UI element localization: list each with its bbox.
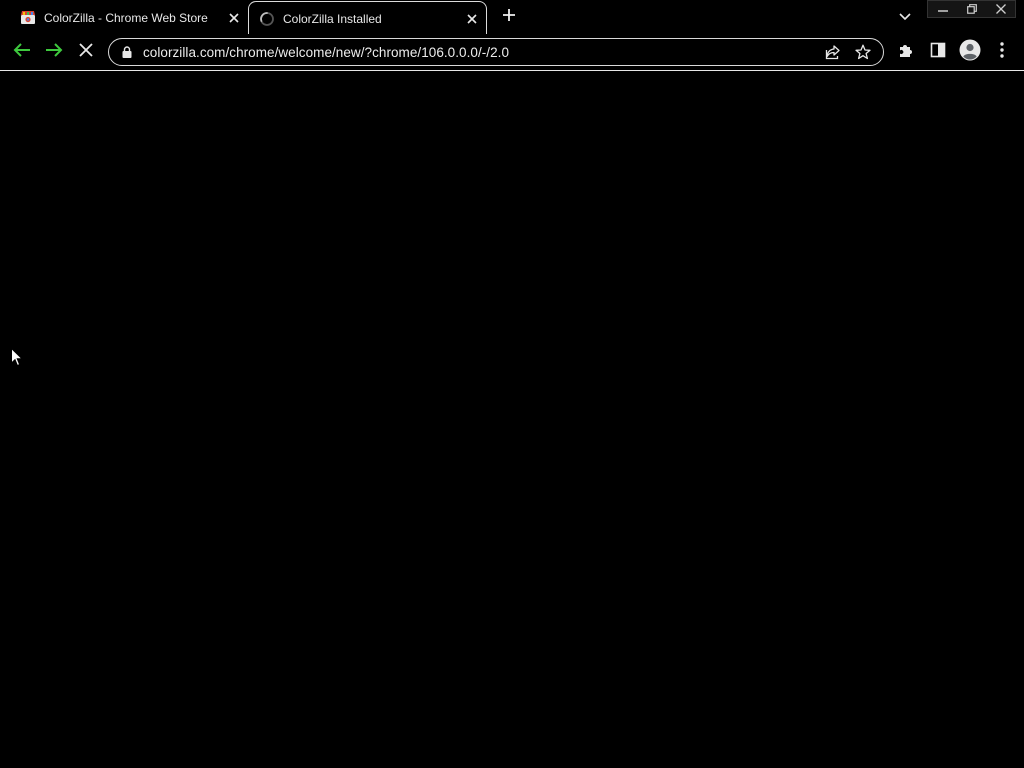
back-arrow-icon	[13, 42, 31, 63]
tab-colorzilla-web-store[interactable]: ColorZilla - Chrome Web Store	[8, 1, 248, 34]
profile-icon	[959, 39, 981, 66]
tab-title: ColorZilla - Chrome Web Store	[44, 10, 208, 25]
browser-toolbar: colorzilla.com/chrome/welcome/new/?chrom…	[0, 34, 1024, 71]
side-panel-icon	[930, 42, 946, 63]
forward-button[interactable]	[42, 40, 66, 64]
forward-arrow-icon	[45, 42, 63, 63]
close-tab-icon[interactable]	[224, 8, 244, 28]
page-content[interactable]	[0, 72, 1024, 768]
restore-button[interactable]	[957, 1, 986, 18]
restore-icon	[966, 1, 977, 19]
mouse-cursor-icon	[11, 347, 24, 367]
star-icon[interactable]	[851, 40, 875, 64]
tab-strip: ColorZilla - Chrome Web Store ColorZilla…	[0, 0, 1024, 35]
plus-icon	[502, 8, 516, 27]
stop-loading-icon	[79, 42, 93, 62]
tab-search-button[interactable]	[895, 7, 915, 27]
chevron-down-icon	[899, 8, 911, 26]
close-icon	[995, 1, 1006, 19]
browser-menu-button[interactable]	[990, 40, 1014, 64]
side-panel-button[interactable]	[926, 40, 950, 64]
share-icon[interactable]	[821, 40, 845, 64]
new-tab-button[interactable]	[498, 6, 520, 28]
profile-button[interactable]	[958, 39, 982, 66]
url-text[interactable]: colorzilla.com/chrome/welcome/new/?chrom…	[143, 45, 821, 60]
tab-title: ColorZilla Installed	[283, 11, 382, 26]
lock-icon[interactable]	[121, 45, 133, 59]
window-close-button[interactable]	[986, 1, 1015, 18]
loading-spinner-icon	[259, 11, 275, 27]
close-tab-icon[interactable]	[462, 9, 482, 29]
stop-loading-button[interactable]	[74, 40, 98, 64]
address-bar[interactable]: colorzilla.com/chrome/welcome/new/?chrom…	[108, 38, 884, 66]
tab-colorzilla-installed[interactable]: ColorZilla Installed	[248, 1, 487, 35]
back-button[interactable]	[10, 40, 34, 64]
minimize-button[interactable]	[928, 1, 957, 18]
puzzle-icon	[898, 42, 914, 63]
chrome-web-store-icon	[20, 10, 36, 26]
kebab-menu-icon	[1000, 41, 1004, 63]
window-controls	[927, 0, 1016, 18]
extensions-button[interactable]	[894, 40, 918, 64]
minimize-icon	[937, 1, 948, 19]
